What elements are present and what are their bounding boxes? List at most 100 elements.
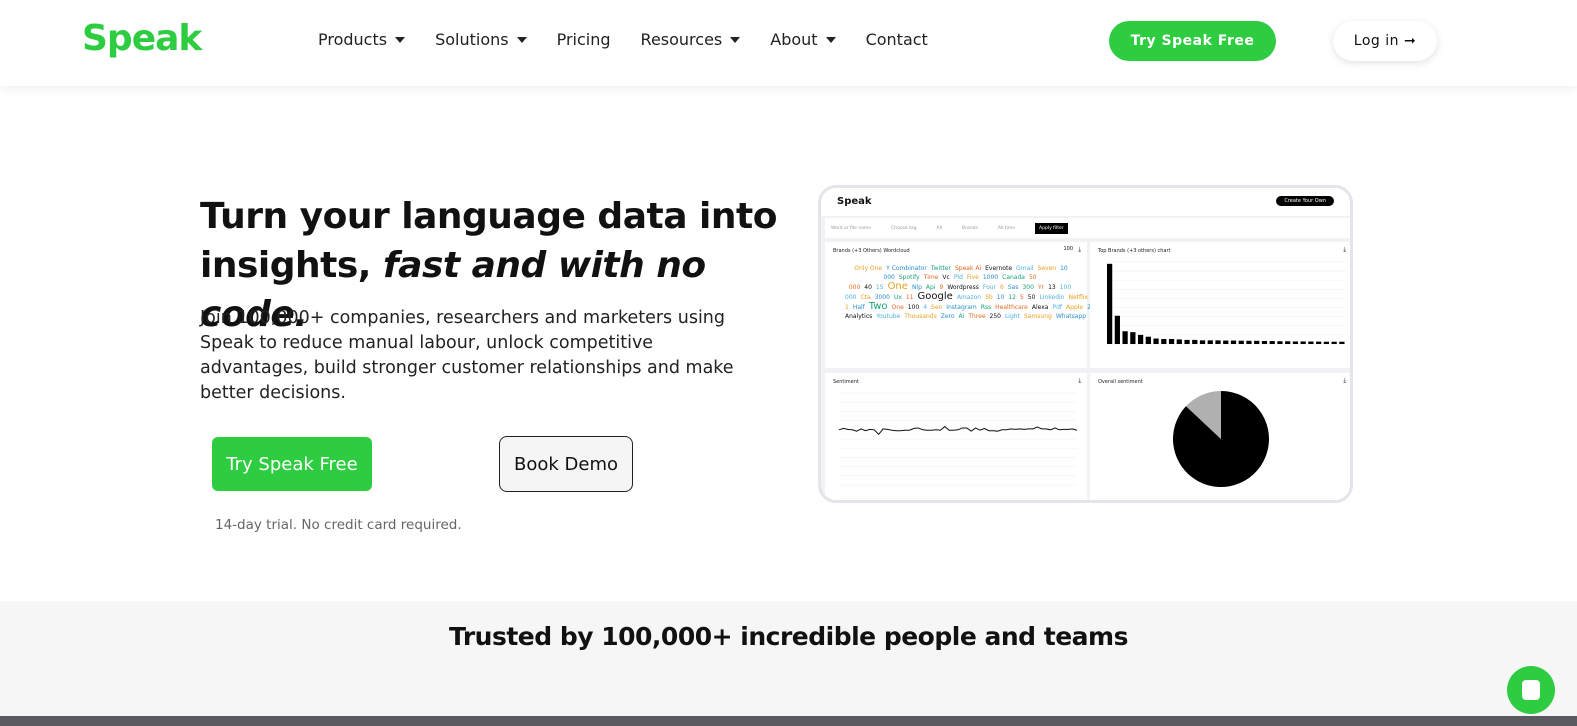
caret-down-icon [730,36,741,43]
wordcloud-panel: Brands (+3 Others) Wordcloud 100 ⤓ Only … [825,242,1350,368]
filter: All time [997,225,1016,231]
trial-note: 14-day trial. No credit card required. [215,517,462,533]
word: One [887,281,908,292]
word: Only One [854,265,883,272]
word: Thousands [904,313,937,320]
word: Yr [1037,284,1045,291]
bar [1316,341,1322,344]
word: 1000 [982,274,999,281]
bar-chart-panel: Top Brands (+3 others) chart ⤓ [1090,242,1350,368]
site-header: Speak Products Solutions Pricing Resources A… [0,0,1577,86]
word: Four [982,284,997,291]
word: Healthcare [995,304,1028,311]
overall-sentiment-panel: Overall sentiment ⤓ [1090,373,1350,500]
bar [1161,338,1167,344]
trusted-title: Trusted by 100,000+ incredible people an… [449,622,1128,651]
word: Time [923,274,939,281]
login-label: Log in [1353,33,1399,49]
word: Evernote [985,265,1013,272]
download-icon: ⤓ [1078,377,1081,384]
word: One [891,304,904,311]
word: Seven [1037,265,1057,272]
hero-title-line2: insights, [200,245,383,286]
panel-title: Top Brands (+3 others) chart [1098,248,1171,254]
bar [1292,341,1299,344]
pie-chart [1173,391,1269,487]
word: 15 [875,284,884,291]
word: 4 [923,304,928,311]
trusted-section [0,601,1577,726]
panel-title: Overall sentiment [1098,379,1143,385]
word: Google [917,291,953,302]
word: Sb [985,294,993,301]
bar [1192,339,1198,344]
word: Pld [953,274,963,281]
nav-label: Products [318,30,388,49]
bar-chart [1106,261,1346,345]
nav-label: About [770,30,818,49]
nav-item-resources[interactable]: Resources [641,30,741,49]
filter: Brands [962,225,978,231]
word: Apple [1066,304,1084,311]
bar [1137,334,1144,344]
word: Ux [893,294,902,301]
word: Canada [1002,274,1025,281]
word: Sas [1007,284,1019,291]
nav-item-pricing[interactable]: Pricing [557,30,611,49]
bar [1230,340,1237,344]
book-demo-button[interactable]: Book Demo [499,436,633,492]
filter: All [936,225,943,231]
hero-title-line1: Turn your language data into [200,196,777,237]
word: Vc [942,274,950,281]
word: Seo [931,304,943,311]
word: Linkedin [1039,294,1065,301]
panel-title: Sentiment [833,379,859,385]
word: Samsung [1023,313,1052,320]
bar [1107,263,1113,344]
nav-item-products[interactable]: Products [318,30,406,49]
logo-strip [0,716,1577,726]
word: Speak Ai [954,265,982,272]
bar [1184,339,1190,344]
word: Whatsapp [1055,313,1087,320]
nav-item-contact[interactable]: Contact [866,30,928,49]
filter: Word or file name [831,225,872,231]
chat-icon [1522,680,1540,700]
dashboard-logo: Speak [837,196,872,207]
word: Api [925,284,936,291]
logo[interactable]: Speak [82,18,202,59]
word: Zero [940,313,955,320]
bar [1254,340,1260,344]
bar [1176,339,1182,344]
bar [1261,340,1268,344]
word: 10 [996,294,1005,301]
try-speak-free-button[interactable]: Try Speak Free [1109,21,1276,61]
bar [1199,340,1206,344]
word: Wordpress [947,284,979,291]
bar [1114,315,1120,344]
nav-item-about[interactable]: About [770,30,836,49]
word: 6 [1000,284,1004,291]
apply-filter-button: Apply filter [1035,222,1068,234]
download-icon: ⤓ [1343,377,1346,384]
word: Two [868,301,888,312]
bar [1269,341,1275,344]
bar [1207,340,1213,344]
main-nav: Products Solutions Pricing Resources About Co… [318,30,928,49]
bar [1122,331,1128,344]
bar [1285,341,1291,344]
try-speak-free-cta[interactable]: Try Speak Free [212,437,372,491]
word: Spotify [898,274,920,281]
word: Rss [980,304,992,311]
login-button[interactable]: Log in ➞ [1333,21,1437,61]
word: Five [966,274,979,281]
word: 9 [939,284,944,291]
bar [1153,338,1159,344]
word: Gmail [1016,265,1034,272]
word: Instagram [946,304,977,311]
nav-item-solutions[interactable]: Solutions [435,30,527,49]
word: Twitter [930,265,951,272]
caret-down-icon [825,36,836,43]
sentiment-chart [838,392,1078,486]
chat-button[interactable] [1507,666,1555,714]
